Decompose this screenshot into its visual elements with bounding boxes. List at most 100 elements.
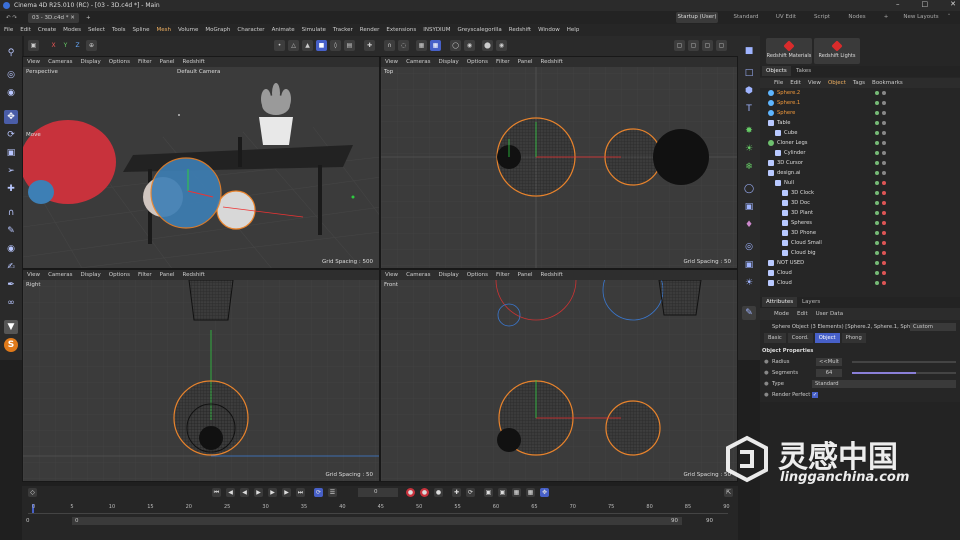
snap-grid-icon[interactable]: ▦ (430, 40, 441, 51)
light-icon[interactable]: ☀ (742, 276, 756, 290)
attr-menu-mode[interactable]: Mode (774, 311, 789, 317)
visibility-toggles[interactable] (875, 158, 886, 168)
object-row[interactable]: 3D Plant (760, 208, 886, 218)
segments-slider[interactable] (852, 372, 956, 374)
grid-snap-icon[interactable]: ▦ (416, 40, 427, 51)
visibility-toggles[interactable] (875, 168, 886, 178)
menu-animate[interactable]: Animate (272, 27, 295, 33)
visibility-toggles[interactable] (875, 128, 886, 138)
menu-help[interactable]: Help (567, 27, 580, 33)
keyframe-dot-icon[interactable]: ● (764, 390, 769, 400)
start-frame-field[interactable]: 0 (26, 517, 46, 525)
rotate-tool-icon[interactable]: ⟳ (4, 128, 18, 142)
viewport-menu-filter[interactable]: Filter (496, 59, 510, 65)
render-perfect-checkbox[interactable]: ✓ (812, 392, 818, 398)
minimize-icon[interactable]: – (896, 0, 900, 11)
uv-mode-icon[interactable]: ◊ (330, 40, 341, 51)
visibility-toggles[interactable] (875, 98, 886, 108)
render-queue-icon[interactable]: ▢ (716, 40, 727, 51)
object-row[interactable]: Cloud big (760, 248, 886, 258)
viewport-menu-panel[interactable]: Panel (160, 59, 175, 65)
viewport-menu-options[interactable]: Options (109, 59, 130, 65)
field-icon[interactable]: ◯ (742, 182, 756, 196)
script-icon[interactable]: S (4, 338, 18, 352)
visibility-toggles[interactable] (875, 88, 886, 98)
view-solo-icon[interactable]: ⬤ (482, 40, 493, 51)
visibility-toggles[interactable] (875, 278, 886, 288)
edit-icon[interactable]: ✎ (742, 306, 756, 320)
render-picture-viewer-icon[interactable]: ▢ (688, 40, 699, 51)
new-tab-icon[interactable]: + (82, 13, 95, 23)
visibility-toggles[interactable] (875, 198, 886, 208)
visibility-toggles[interactable] (875, 118, 886, 128)
object-menu-tags[interactable]: Tags (853, 80, 865, 86)
visibility-toggles[interactable] (875, 138, 886, 148)
viewport-menu-filter[interactable]: Filter (496, 272, 510, 278)
viewport-menu-display[interactable]: Display (81, 272, 101, 278)
brush-icon[interactable]: ✎ (4, 224, 18, 238)
object-menu-view[interactable]: View (808, 80, 821, 86)
menu-tools[interactable]: Tools (112, 27, 126, 33)
cube-3d-icon[interactable]: ⬢ (742, 84, 756, 98)
viewport-menu-options[interactable]: Options (109, 272, 130, 278)
layout-tab-script[interactable]: Script (808, 12, 836, 23)
undo-icon[interactable]: ↶ ↷ (2, 13, 21, 23)
visibility-toggles[interactable] (875, 228, 886, 238)
viewport-menu-options[interactable]: Options (467, 272, 488, 278)
close-icon[interactable]: ✕ (950, 0, 956, 11)
type-dropdown[interactable]: Standard (812, 380, 956, 388)
object-row[interactable]: Cube (760, 128, 886, 138)
menu-insydium[interactable]: INSYDIUM (423, 27, 450, 33)
viewport-right[interactable]: View Cameras Display Options Filter Panel Reds… (22, 269, 380, 482)
edges-mode-icon[interactable]: △ (288, 40, 299, 51)
keyframe-dot-icon[interactable]: ● (764, 368, 769, 378)
radius-input[interactable]: <<Mult (816, 358, 842, 366)
menu-greyscalegorilla[interactable]: Greyscalegorilla (457, 27, 501, 33)
text-icon[interactable]: T (742, 102, 756, 116)
enable-axis-icon[interactable]: ✚ (364, 40, 375, 51)
lock-icon[interactable]: ◉ (464, 40, 475, 51)
viewport-menu-cameras[interactable]: Cameras (48, 272, 72, 278)
radius-slider[interactable] (852, 361, 956, 363)
tab-attributes[interactable]: Attributes (762, 297, 798, 307)
viewport-menu-display[interactable]: Display (439, 272, 459, 278)
cube-icon[interactable]: ■ (742, 44, 756, 58)
viewport-perspective[interactable]: View Cameras Display Options Filter Panel Reds… (22, 56, 380, 269)
material-icon[interactable]: ♦ (742, 218, 756, 232)
render-settings-icon[interactable]: ◉ (496, 40, 507, 51)
keyframe-dot-icon[interactable]: ● (764, 379, 769, 389)
coordinate-system-icon[interactable]: ⊕ (86, 40, 97, 51)
redshift-materials-button[interactable]: Redshift Materials (766, 38, 812, 64)
polygons-mode-icon[interactable]: ▲ (302, 40, 313, 51)
segments-input[interactable]: 64 (816, 369, 842, 377)
viewport-menu-panel[interactable]: Panel (518, 59, 533, 65)
texture-mode-icon[interactable]: ▤ (344, 40, 355, 51)
visibility-toggles[interactable] (875, 258, 886, 268)
preview-range-bar[interactable]: 0 90 (72, 517, 682, 525)
menu-file[interactable]: File (4, 27, 13, 33)
object-row[interactable]: 3D Cursor (760, 158, 886, 168)
search-icon[interactable]: ⚲ (4, 46, 18, 60)
viewport-menu-display[interactable]: Display (81, 59, 101, 65)
viewport-menu-options[interactable]: Options (467, 59, 488, 65)
visibility-toggles[interactable] (875, 238, 886, 248)
spline-icon[interactable]: ∞ (4, 296, 18, 310)
object-row[interactable]: Table (760, 118, 886, 128)
visibility-toggles[interactable] (875, 268, 886, 278)
workplane-icon[interactable]: ◌ (398, 40, 409, 51)
visibility-toggles[interactable] (875, 218, 886, 228)
viewport-front[interactable]: View Cameras Display Options Filter Panel Reds… (380, 269, 738, 482)
viewport-menu-redshift[interactable]: Redshift (183, 272, 205, 278)
render-view-icon[interactable]: ▢ (674, 40, 685, 51)
menu-character[interactable]: Character (237, 27, 264, 33)
menu-render[interactable]: Render (360, 27, 380, 33)
menu-window[interactable]: Window (538, 27, 560, 33)
edit-render-settings-icon[interactable]: ▢ (702, 40, 713, 51)
object-row[interactable]: 3D Phone (760, 228, 886, 238)
object-menu-file[interactable]: File (774, 80, 783, 86)
menu-redshift[interactable]: Redshift (509, 27, 531, 33)
viewport-menu-view[interactable]: View (385, 59, 398, 65)
subtab-basic[interactable]: Basic (764, 333, 786, 343)
viewport-menu-cameras[interactable]: Cameras (406, 59, 430, 65)
camera-dropdown[interactable]: Default Camera (177, 69, 220, 75)
